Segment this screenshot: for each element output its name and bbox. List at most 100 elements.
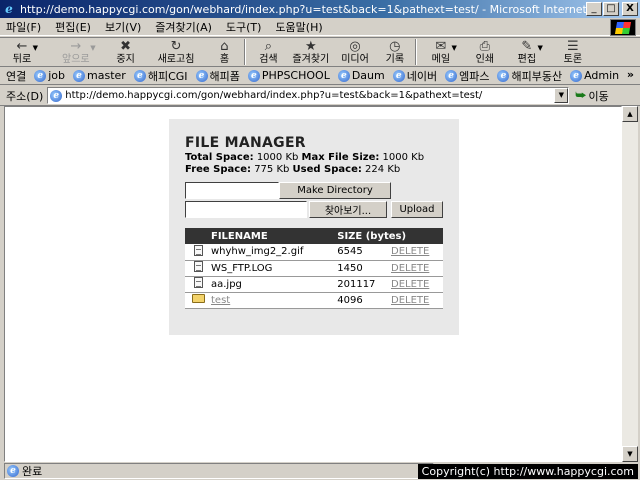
windows-flag-icon — [610, 19, 636, 36]
link-empas[interactable]: e 엠파스 — [445, 68, 489, 84]
delete-link[interactable]: DELETE — [391, 279, 429, 290]
total-space-label: Total Space: — [185, 152, 254, 163]
delete-link[interactable]: DELETE — [391, 246, 429, 257]
mail-label: 메일 — [431, 54, 451, 65]
link-label: 네이버 — [406, 69, 438, 83]
refresh-button[interactable]: ↻ 새로고침 — [157, 38, 195, 66]
link-label: 해피CGI — [147, 69, 188, 83]
link-happy-realestate[interactable]: e 해피부동산 — [497, 68, 562, 84]
word-edit-icon: ✎ — [521, 38, 533, 54]
space-info-line: Total Space: 1000 Kb Max File Size: 1000… — [185, 152, 443, 163]
page-icon: e — [392, 69, 405, 82]
file-table: FILENAME SIZE (bytes) whyhw_img2_2.gif 6… — [185, 228, 443, 309]
back-dropdown-icon[interactable]: ▼ — [33, 44, 38, 52]
link-naver[interactable]: e 네이버 — [392, 68, 438, 84]
folder-icon — [191, 294, 205, 303]
directory-name-input[interactable] — [185, 182, 279, 199]
back-button[interactable]: ← 뒤로 ▼ — [12, 38, 38, 66]
address-url: http://demo.happycgi.com/gon/webhard/ind… — [65, 90, 483, 101]
refresh-label: 새로고침 — [157, 54, 195, 65]
forward-dropdown-icon[interactable]: ▼ — [90, 44, 95, 52]
edit-dropdown-icon[interactable]: ▼ — [537, 44, 542, 52]
menu-help[interactable]: 도움말(H) — [275, 19, 322, 35]
menu-edit[interactable]: 편집(E) — [55, 19, 91, 35]
home-icon: ⌂ — [220, 38, 229, 54]
link-master[interactable]: e master — [73, 69, 126, 82]
edit-button[interactable]: ✎ 편집 ▼ — [517, 38, 543, 66]
mail-dropdown-icon[interactable]: ▼ — [451, 44, 456, 52]
links-bar: 연결 e job e master e 해피CGI e 해피폼 e PHPSCHOOL e… — [0, 67, 640, 85]
search-icon: ⌕ — [264, 38, 273, 54]
file-icon-cell — [185, 244, 209, 261]
mail-button[interactable]: ✉ 메일 ▼ — [431, 38, 457, 66]
browse-button[interactable]: 찾아보기... — [309, 201, 387, 218]
link-admin[interactable]: e Admin — [570, 69, 619, 82]
page-icon: e — [7, 465, 19, 477]
stop-button[interactable]: ✖ 중지 — [116, 38, 136, 66]
stop-icon: ✖ — [120, 38, 132, 54]
media-button[interactable]: ◎ 미디어 — [341, 38, 369, 66]
address-input[interactable]: e http://demo.happycgi.com/gon/webhard/i… — [47, 87, 570, 104]
link-label: master — [87, 69, 126, 82]
vertical-scrollbar[interactable]: ▲ ▼ — [622, 106, 638, 462]
search-button[interactable]: ⌕ 검색 — [258, 38, 278, 66]
favorites-icon: ★ — [305, 38, 317, 54]
delete-link[interactable]: DELETE — [391, 263, 429, 274]
max-file-size-label: Max File Size: — [301, 152, 380, 163]
delete-cell: DELETE — [389, 292, 443, 309]
menu-file[interactable]: 파일(F) — [6, 19, 41, 35]
file-size: 1450 — [335, 260, 389, 277]
address-dropdown-icon[interactable]: ▼ — [554, 88, 569, 103]
history-button[interactable]: ◷ 기록 — [385, 38, 405, 66]
history-label: 기록 — [385, 54, 405, 65]
menu-tools[interactable]: 도구(T) — [226, 19, 262, 35]
toolbar-divider — [244, 39, 247, 65]
link-happycgi[interactable]: e 해피CGI — [133, 68, 188, 84]
go-button[interactable]: ⮩ 이동 — [575, 88, 608, 104]
maximize-button[interactable]: □ — [603, 2, 619, 16]
edit-label: 편집 — [517, 54, 537, 65]
back-label: 뒤로 — [12, 54, 32, 65]
toolbar-divider — [414, 39, 417, 65]
favorites-button[interactable]: ★ 즐겨찾기 — [292, 38, 329, 66]
link-phpschool[interactable]: e PHPSCHOOL — [247, 69, 330, 82]
delete-cell: DELETE — [389, 276, 443, 293]
back-arrow-icon: ← — [16, 38, 28, 54]
mail-icon: ✉ — [435, 38, 447, 54]
usage-info-line: Free Space: 775 Kb Used Space: 224 Kb — [185, 164, 443, 175]
history-icon: ◷ — [389, 38, 401, 54]
max-file-size-value: 1000 Kb — [382, 152, 425, 163]
page-icon: e — [337, 69, 350, 82]
link-label: PHPSCHOOL — [261, 69, 330, 82]
delete-link[interactable]: DELETE — [391, 295, 429, 306]
home-button[interactable]: ⌂ 홈 — [214, 38, 234, 66]
page-icon: e — [50, 89, 63, 102]
filename-column-header: FILENAME — [209, 228, 336, 244]
link-daum[interactable]: e Daum — [337, 69, 385, 82]
link-label: Admin — [584, 69, 620, 82]
menu-bar: 파일(F) 편집(E) 보기(V) 즐겨찾기(A) 도구(T) 도움말(H) — [0, 18, 640, 36]
menu-view[interactable]: 보기(V) — [105, 19, 141, 35]
upload-file-input[interactable] — [185, 201, 307, 218]
delete-cell: DELETE — [389, 260, 443, 277]
ie-logo-icon: e — [5, 2, 13, 16]
minimize-button[interactable]: _ — [586, 2, 602, 16]
folder-link[interactable]: test — [211, 295, 230, 306]
page-icon: e — [445, 69, 458, 82]
forward-button[interactable]: → 앞으로 ▼ — [62, 38, 96, 66]
close-button[interactable]: X — [622, 2, 638, 16]
scroll-up-icon[interactable]: ▲ — [622, 106, 638, 122]
make-directory-button[interactable]: Make Directory — [279, 182, 391, 199]
menu-favorites[interactable]: 즐겨찾기(A) — [155, 19, 212, 35]
print-button[interactable]: ⎙ 인쇄 — [475, 38, 495, 66]
page-icon: e — [73, 69, 86, 82]
upload-button[interactable]: Upload — [391, 201, 443, 218]
links-more-icon[interactable]: » — [627, 68, 634, 81]
link-job[interactable]: e job — [34, 69, 65, 82]
print-label: 인쇄 — [475, 54, 495, 65]
link-happyform[interactable]: e 해피폼 — [195, 68, 240, 84]
scroll-down-icon[interactable]: ▼ — [622, 446, 638, 462]
discuss-button[interactable]: ☰ 토론 — [563, 38, 583, 66]
links-label: 연결 — [6, 69, 27, 83]
file-name: aa.jpg — [209, 276, 336, 293]
